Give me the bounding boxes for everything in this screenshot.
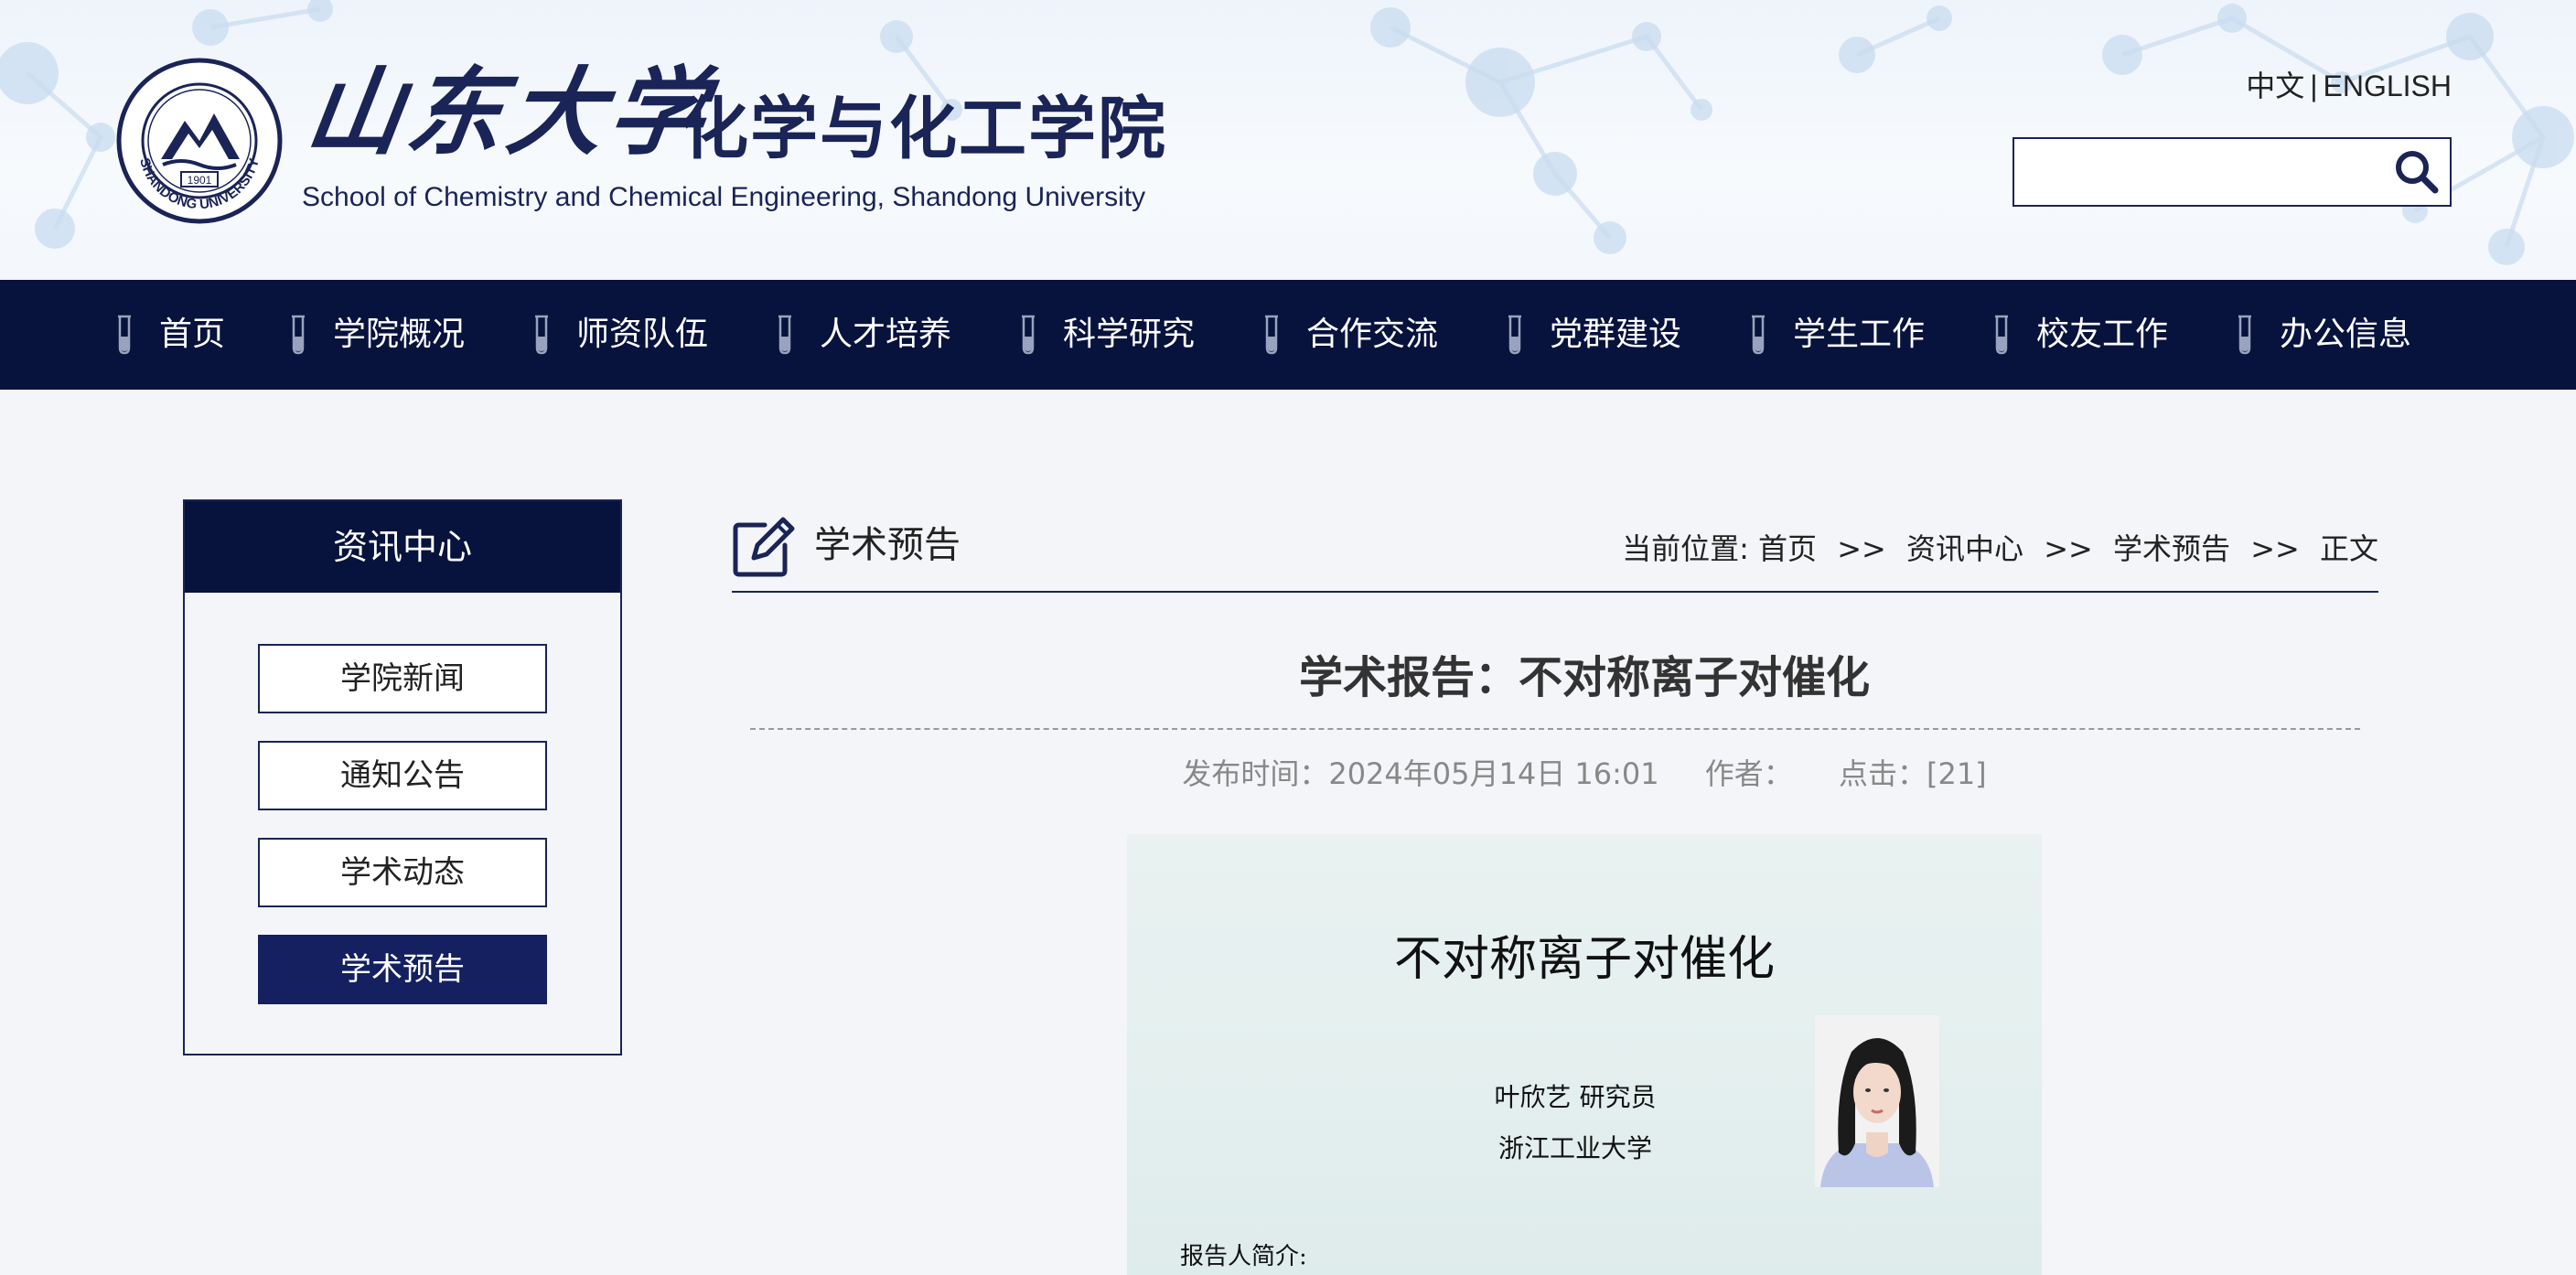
test-tube-icon	[292, 315, 305, 355]
school-name-cn: 化学与化工学院	[681, 90, 1167, 168]
section-header: 学术预告 当前位置: 首页 >> 资讯中心 >> 学术预告 >> 正文	[732, 512, 2378, 593]
nav-item-party[interactable]: 党群建设	[1504, 280, 1681, 390]
nav-item-students[interactable]: 学生工作	[1747, 280, 1925, 390]
breadcrumb-academic-preview[interactable]: 学术预告	[2113, 531, 2230, 566]
nav-item-label: 党群建设	[1550, 316, 1682, 353]
search-input[interactable]	[2014, 139, 2380, 205]
nav-item-label: 学院概况	[333, 316, 466, 353]
search-icon[interactable]	[2391, 148, 2442, 196]
test-tube-icon	[1508, 315, 1521, 355]
svg-text:1901: 1901	[188, 174, 212, 187]
nav-item-label: 学生工作	[1793, 316, 1926, 353]
article-meta: 发布时间：2024年05月14日 16:01 作者： 点击：[21]	[732, 752, 2437, 796]
breadcrumb: 当前位置: 首页 >> 资讯中心 >> 学术预告 >> 正文	[1622, 529, 2378, 569]
nav-item-label: 人才培养	[820, 316, 952, 353]
test-tube-icon	[778, 315, 791, 355]
breadcrumb-news-center[interactable]: 资讯中心	[1906, 531, 2023, 566]
language-switch: 中文 | ENGLISH	[2246, 68, 2452, 104]
breadcrumb-separator: >>	[2044, 531, 2093, 566]
lang-cn-link[interactable]: 中文	[2246, 70, 2304, 102]
sidebar: 资讯中心 学院新闻 通知公告 学术动态 学术预告	[183, 499, 622, 1055]
nav-item-label: 合作交流	[1306, 316, 1439, 353]
nav-item-research[interactable]: 科学研究	[1017, 280, 1195, 390]
breadcrumb-current: 正文	[2319, 531, 2378, 566]
author-label: 作者：	[1704, 756, 1793, 791]
university-calligraphy-logo: 山东大学	[299, 56, 718, 168]
test-tube-icon	[1995, 315, 2008, 355]
nav-item-alumni[interactable]: 校友工作	[1991, 280, 2168, 390]
test-tube-icon	[535, 315, 548, 355]
poster-bio-label: 报告人简介:	[1180, 1243, 1307, 1270]
nav-item-label: 师资队伍	[576, 316, 709, 353]
nav-item-label: 校友工作	[2036, 316, 2169, 353]
nav-item-faculty[interactable]: 师资队伍	[531, 280, 708, 390]
test-tube-icon	[2238, 315, 2251, 355]
search-box	[2012, 137, 2452, 207]
poster-organization: 浙江工业大学	[1497, 1133, 1652, 1163]
event-poster: 不对称离子对催化 叶欣艺 研究员 浙江工业大学 报告人简介:	[1127, 834, 2042, 1275]
sidebar-item-college-news[interactable]: 学院新闻	[258, 644, 547, 713]
test-tube-icon	[1022, 315, 1035, 355]
publish-time: 发布时间：2024年05月14日 16:01	[1182, 756, 1659, 791]
sidebar-item-academic-preview[interactable]: 学术预告	[258, 935, 547, 1004]
nav-item-office[interactable]: 办公信息	[2234, 280, 2411, 390]
sidebar-item-notices[interactable]: 通知公告	[258, 741, 547, 810]
main-nav: 首页 学院概况 师资队伍 人才培养 科学研究 合作交流 党群建设 学生工作 校友…	[0, 280, 2576, 390]
breadcrumb-separator: >>	[1837, 531, 1886, 566]
nav-item-about[interactable]: 学院概况	[287, 280, 465, 390]
school-name-en: School of Chemistry and Chemical Enginee…	[302, 182, 1146, 212]
title-divider	[750, 728, 2360, 730]
breadcrumb-separator: >>	[2250, 531, 2300, 566]
lang-en-link[interactable]: ENGLISH	[2324, 70, 2452, 102]
speaker-photo	[1815, 1015, 1939, 1187]
breadcrumb-prefix: 当前位置:	[1622, 531, 1749, 566]
breadcrumb-home[interactable]: 首页	[1758, 531, 1817, 566]
site-header: 1901 SHANDONG UNIVERSITY 山东大学 化学与化工学院 Sc…	[0, 0, 2576, 280]
university-seal-logo[interactable]: 1901 SHANDONG UNIVERSITY	[115, 57, 284, 225]
poster-title: 不对称离子对催化	[1393, 932, 1775, 987]
nav-item-label: 办公信息	[2280, 316, 2412, 353]
test-tube-icon	[1752, 315, 1765, 355]
section-title: 学术预告	[814, 524, 961, 566]
article-title: 学术报告：不对称离子对催化	[1298, 652, 1870, 703]
nav-item-label: 科学研究	[1063, 316, 1196, 353]
nav-item-education[interactable]: 人才培养	[774, 280, 951, 390]
test-tube-icon	[118, 315, 131, 355]
lang-separator: |	[2310, 70, 2318, 102]
nav-item-home[interactable]: 首页	[113, 280, 225, 390]
click-count: 点击：[21]	[1838, 756, 1987, 791]
sidebar-title: 资讯中心	[185, 501, 620, 593]
nav-item-cooperation[interactable]: 合作交流	[1261, 280, 1438, 390]
edit-icon	[733, 517, 795, 577]
nav-item-label: 首页	[159, 316, 226, 353]
sidebar-item-academic-news[interactable]: 学术动态	[258, 838, 547, 907]
poster-speaker: 叶欣艺 研究员	[1494, 1082, 1657, 1112]
test-tube-icon	[1265, 315, 1278, 355]
